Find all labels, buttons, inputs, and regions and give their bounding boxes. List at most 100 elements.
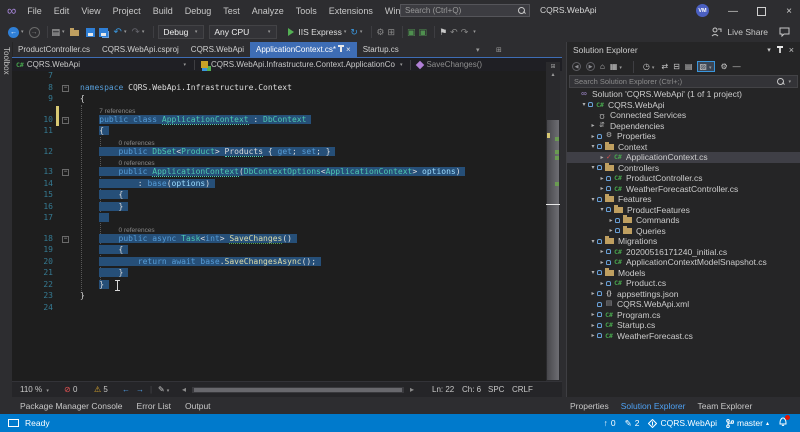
pending-changes-filter-icon[interactable]: ◷ ▾ bbox=[643, 62, 657, 71]
refresh-icon[interactable]: ↻ bbox=[350, 27, 358, 38]
navigate-forward-icon[interactable]: → bbox=[28, 26, 40, 38]
collapsed-arrow-icon[interactable]: ▸ bbox=[598, 154, 606, 161]
menu-debug[interactable]: Debug bbox=[179, 0, 218, 22]
expanded-arrow-icon[interactable]: ▾ bbox=[580, 101, 588, 108]
collapsed-arrow-icon[interactable]: ▸ bbox=[607, 227, 615, 234]
maximize-button[interactable] bbox=[748, 0, 774, 22]
collapsed-arrow-icon[interactable]: ▸ bbox=[589, 122, 597, 129]
close-button[interactable]: × bbox=[776, 0, 800, 22]
panel-tab-output[interactable]: Output bbox=[185, 401, 211, 411]
tree-item-cqrs-webapi[interactable]: ▾ C# CQRS.WebApi bbox=[567, 100, 800, 111]
tree-item-connected-services[interactable]: Ω Connected Services bbox=[567, 110, 800, 121]
feedback-icon[interactable] bbox=[779, 27, 790, 37]
properties-page-icon[interactable]: ▤ bbox=[685, 62, 693, 71]
notifications-bell[interactable] bbox=[778, 415, 790, 429]
code-line[interactable]: 23} bbox=[12, 291, 546, 303]
panel-tab-error-list[interactable]: Error List bbox=[137, 401, 171, 411]
chevron-down-icon[interactable]: ▾ bbox=[62, 29, 65, 35]
tree-item-applicationcontext-cs[interactable]: ▸ ✓ C# ApplicationContext.cs bbox=[567, 152, 800, 163]
minimize-button[interactable]: — bbox=[720, 0, 746, 22]
panel-tab-solution-explorer[interactable]: Solution Explorer bbox=[621, 401, 686, 411]
tree-item-models[interactable]: ▾ Models bbox=[567, 267, 800, 279]
code-line[interactable]: 17 bbox=[12, 213, 546, 225]
panel-tab-team-explorer[interactable]: Team Explorer bbox=[697, 401, 752, 411]
redo-icon[interactable]: ↷ bbox=[131, 27, 139, 38]
solution-search-input[interactable]: Search Solution Explorer (Ctrl+;) ▾ bbox=[569, 75, 798, 88]
code-line[interactable]: 24 bbox=[12, 303, 546, 315]
collapsed-arrow-icon[interactable]: ▸ bbox=[598, 185, 606, 192]
repo-selector[interactable]: CQRS.WebApi bbox=[648, 418, 717, 428]
chevron-down-icon[interactable]: ▾ bbox=[21, 29, 24, 35]
code-line[interactable]: 18 − public async Task<int> SaveChanges() bbox=[12, 233, 546, 246]
tree-item-migrations[interactable]: ▾ Migrations bbox=[567, 236, 800, 247]
window-position-icon[interactable]: ▾ bbox=[767, 46, 771, 54]
float-window-icon[interactable]: ⊞ bbox=[496, 46, 502, 54]
code-line[interactable]: 9{ bbox=[12, 94, 546, 106]
tab-productcontroller-cs[interactable]: ProductController.cs bbox=[12, 42, 96, 57]
tree-item-features[interactable]: ▾ Features bbox=[567, 194, 800, 205]
collapsed-arrow-icon[interactable]: ▸ bbox=[598, 280, 606, 287]
collapsed-arrow-icon[interactable]: ▸ bbox=[589, 290, 597, 297]
collapse-all-icon[interactable]: ⊟ bbox=[673, 62, 680, 71]
hscroll-right-icon[interactable]: ▸ bbox=[410, 385, 414, 394]
open-folder-icon[interactable] bbox=[69, 28, 79, 36]
code-line[interactable]: 13 − public ApplicationContext(DbContextO… bbox=[12, 167, 546, 179]
code-line[interactable]: 11 { bbox=[12, 126, 546, 138]
code-line[interactable]: 21 } bbox=[12, 268, 546, 280]
code-line[interactable]: 7 bbox=[12, 71, 546, 83]
expanded-arrow-icon[interactable]: ▾ bbox=[589, 269, 597, 276]
horizontal-scrollbar[interactable] bbox=[192, 387, 404, 393]
chevron-down-icon[interactable]: ▾ bbox=[360, 29, 363, 35]
new-file-icon[interactable]: ▤ bbox=[52, 27, 61, 38]
code-line[interactable]: 20 return await base.SaveChangesAsync(); bbox=[12, 256, 546, 269]
back-icon[interactable]: ◀ bbox=[572, 62, 581, 71]
warning-count[interactable]: ⚠ 5 bbox=[94, 385, 108, 394]
code-line[interactable]: 19 { bbox=[12, 245, 546, 257]
save-all-icon[interactable] bbox=[98, 27, 108, 37]
collapsed-arrow-icon[interactable]: ▸ bbox=[589, 322, 597, 329]
tab-cqrs-webapi[interactable]: CQRS.WebApi bbox=[185, 42, 250, 57]
expanded-arrow-icon[interactable]: ▾ bbox=[589, 196, 597, 203]
branch-selector[interactable]: master ▴ bbox=[726, 418, 769, 428]
collapsed-arrow-icon[interactable]: ▸ bbox=[589, 332, 597, 339]
sync-with-active-document-icon[interactable]: ⇄ bbox=[661, 62, 668, 71]
tree-item-controllers[interactable]: ▾ Controllers bbox=[567, 162, 800, 174]
line-indicator[interactable]: Ln: 22 bbox=[432, 385, 454, 394]
tree-item-dependencies[interactable]: ▸ ⇵ Dependencies bbox=[567, 121, 800, 132]
fold-toggle-icon[interactable]: − bbox=[62, 116, 69, 124]
tab-applicationcontext-cs[interactable]: ApplicationContext.cs* × bbox=[250, 42, 357, 57]
preview-selected-icon[interactable]: ― bbox=[733, 62, 741, 71]
fold-toggle-icon[interactable]: − bbox=[62, 169, 69, 176]
tree-item-startup-cs[interactable]: ▸ C# Startup.cs bbox=[567, 320, 800, 331]
tree-item-properties[interactable]: ▸ ⚙ Properties bbox=[567, 131, 800, 142]
properties-wrench-icon[interactable]: ⚙ bbox=[720, 62, 727, 71]
bookmark-icon[interactable]: ⚑ bbox=[439, 27, 447, 38]
tree-item-applicationcontextmodelsnapshot-cs[interactable]: ▸ C# ApplicationContextModelSnapshot.cs bbox=[567, 257, 800, 268]
tree-item-weatherforecastcontroller-cs[interactable]: ▸ C# WeatherForecastController.cs bbox=[567, 184, 800, 195]
editor-vertical-scrollbar[interactable]: ⊞ ▴ bbox=[546, 62, 560, 382]
solution-platform-dropdown[interactable]: Any CPU ▾ bbox=[209, 25, 278, 39]
solution-config-dropdown[interactable]: Debug ▾ bbox=[158, 25, 205, 39]
menu-project[interactable]: Project bbox=[107, 0, 147, 22]
tree-item-commands[interactable]: ▸ Commands bbox=[567, 215, 800, 226]
tab-startup-cs[interactable]: Startup.cs bbox=[357, 42, 405, 57]
tree-item-weatherforecast-cs[interactable]: ▸ C# WeatherForecast.cs bbox=[567, 331, 800, 342]
spaces-indicator[interactable]: SPC bbox=[488, 385, 504, 394]
error-count[interactable]: ⊘ 0 bbox=[64, 385, 77, 394]
tab-cqrs-webapi-csproj[interactable]: CQRS.WebApi.csproj bbox=[96, 42, 185, 57]
close-icon[interactable]: × bbox=[789, 45, 794, 55]
eol-indicator[interactable]: CRLF bbox=[512, 385, 533, 394]
tree-item-program-cs[interactable]: ▸ C# Program.cs bbox=[567, 310, 800, 321]
code-line[interactable]: 8 − namespace CQRS.WebApi.Infrastructure.C… bbox=[12, 83, 546, 95]
chevron-down-icon[interactable]: ▾ bbox=[473, 29, 476, 35]
document-list-icon[interactable]: ▾ bbox=[476, 46, 480, 54]
tree-item-context[interactable]: ▾ Context bbox=[567, 141, 800, 153]
splitter-handle-icon[interactable]: ⊞ bbox=[546, 62, 560, 71]
tree-item-queries[interactable]: ▸ Queries bbox=[567, 225, 800, 237]
code-line[interactable]: 14 : base(options) bbox=[12, 178, 546, 191]
chevron-down-icon[interactable]: ▾ bbox=[124, 29, 127, 35]
hscroll-left-icon[interactable]: ◂ bbox=[182, 385, 186, 394]
menu-build[interactable]: Build bbox=[147, 0, 179, 22]
code-line[interactable]: 10 − public class ApplicationContext : Db… bbox=[12, 114, 546, 127]
collapsed-arrow-icon[interactable]: ▸ bbox=[598, 175, 606, 182]
